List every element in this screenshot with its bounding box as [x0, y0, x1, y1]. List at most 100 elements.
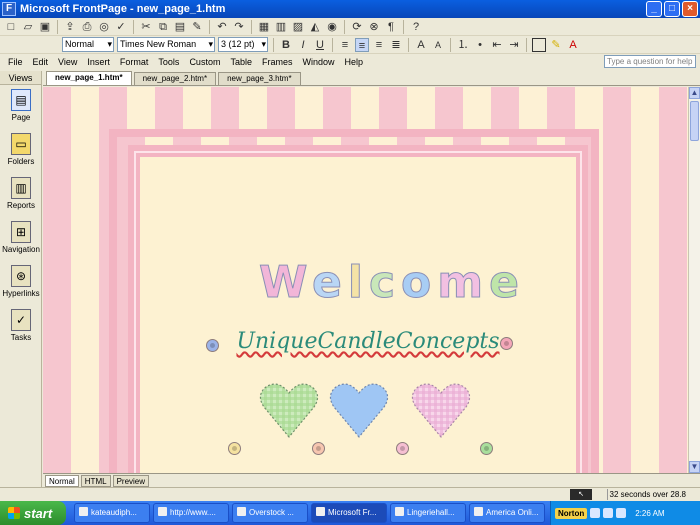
- align-center-icon[interactable]: ≡: [355, 37, 369, 52]
- close-button[interactable]: ×: [682, 1, 698, 17]
- align-right-icon[interactable]: ≡: [372, 38, 386, 52]
- tab-new-page-3[interactable]: new_page_3.htm*: [218, 72, 301, 85]
- insert-picture-icon[interactable]: ▨: [291, 20, 305, 34]
- norton-icon[interactable]: Norton: [555, 507, 588, 519]
- cut-icon[interactable]: ✂: [139, 20, 153, 34]
- tab-html[interactable]: HTML: [80, 474, 111, 487]
- view-label: Reports: [6, 201, 35, 210]
- show-all-icon[interactable]: ¶: [384, 20, 398, 34]
- increase-font-icon[interactable]: A: [414, 38, 428, 52]
- menu-format[interactable]: Format: [120, 57, 149, 67]
- welcome-letter: W: [259, 257, 312, 309]
- menu-edit[interactable]: Edit: [33, 57, 49, 67]
- open-icon[interactable]: ▱: [21, 20, 35, 34]
- view-navigation[interactable]: ⊞ Navigation: [0, 217, 42, 261]
- copy-icon[interactable]: ⧉: [156, 20, 170, 34]
- task-button[interactable]: Lingeriehall...: [390, 503, 466, 523]
- insert-table-icon[interactable]: ▥: [274, 20, 288, 34]
- start-button[interactable]: start: [0, 501, 66, 525]
- clock[interactable]: 2:26 AM: [635, 509, 664, 518]
- toolbar-separator: [403, 19, 404, 34]
- publish-icon[interactable]: ⇪: [63, 20, 77, 34]
- views-header: Views: [0, 71, 41, 85]
- view-label: Hyperlinks: [2, 289, 40, 298]
- preview-icon[interactable]: ◎: [97, 20, 111, 34]
- scroll-thumb[interactable]: [690, 101, 699, 141]
- task-label: Microsoft Fr...: [328, 508, 377, 517]
- print-icon[interactable]: ⎙: [80, 20, 94, 34]
- heart-icon: [259, 383, 319, 438]
- task-button[interactable]: America Onli...: [469, 503, 545, 523]
- underline-icon[interactable]: U: [313, 38, 327, 52]
- menu-custom[interactable]: Custom: [189, 57, 220, 67]
- borders-icon[interactable]: [532, 37, 546, 52]
- spelling-icon[interactable]: ✓: [114, 20, 128, 34]
- page-canvas[interactable]: Welcome UniqueCandleConcepts: [43, 87, 688, 473]
- increase-indent-icon[interactable]: ⇥: [507, 38, 521, 52]
- align-left-icon[interactable]: ≡: [338, 38, 352, 52]
- bullets-icon[interactable]: •: [473, 38, 487, 52]
- view-reports[interactable]: ▥ Reports: [0, 173, 42, 217]
- refresh-icon[interactable]: ⟳: [350, 20, 364, 34]
- network-icon[interactable]: [590, 508, 601, 518]
- task-button[interactable]: Overstock ...: [232, 503, 308, 523]
- font-color-icon[interactable]: A: [566, 38, 580, 52]
- decrease-indent-icon[interactable]: ⇤: [490, 38, 504, 52]
- toolbar-separator: [273, 37, 274, 52]
- format-painter-icon[interactable]: ✎: [190, 20, 204, 34]
- highlight-icon[interactable]: ✎: [549, 38, 563, 52]
- justify-icon[interactable]: ≣: [389, 38, 403, 52]
- style-select[interactable]: Normal: [62, 37, 114, 52]
- volume-icon[interactable]: [603, 508, 614, 518]
- menu-table[interactable]: Table: [230, 57, 252, 67]
- decrease-font-icon[interactable]: A: [431, 38, 445, 52]
- task-button[interactable]: Microsoft Fr...: [311, 503, 387, 523]
- reports-icon: ▥: [11, 177, 31, 199]
- vertical-scrollbar[interactable]: ▲ ▼: [688, 87, 700, 473]
- menu-tools[interactable]: Tools: [158, 57, 179, 67]
- title-bar[interactable]: F Microsoft FrontPage - new_page_1.htm _…: [0, 0, 700, 18]
- task-button[interactable]: http://www....: [153, 503, 229, 523]
- scroll-up-icon[interactable]: ▲: [689, 87, 700, 99]
- tab-new-page-2[interactable]: new_page_2.htm*: [133, 72, 217, 85]
- numbering-icon[interactable]: ⒈: [456, 38, 470, 52]
- messenger-icon[interactable]: [616, 508, 627, 518]
- menu-help[interactable]: Help: [345, 57, 364, 67]
- bold-icon[interactable]: B: [279, 38, 293, 52]
- view-tasks[interactable]: ✓ Tasks: [0, 305, 42, 349]
- task-button[interactable]: kateaudiph...: [74, 503, 150, 523]
- tab-normal[interactable]: Normal: [45, 474, 79, 487]
- toolbar-separator: [133, 19, 134, 34]
- view-page[interactable]: ▤ Page: [0, 85, 42, 129]
- inner-frame: Welcome UniqueCandleConcepts: [128, 145, 588, 473]
- scroll-down-icon[interactable]: ▼: [689, 461, 700, 473]
- menu-file[interactable]: File: [8, 57, 23, 67]
- help-icon[interactable]: ?: [409, 20, 423, 34]
- view-folders[interactable]: ▭ Folders: [0, 129, 42, 173]
- paste-icon[interactable]: ▤: [173, 20, 187, 34]
- hyperlink-icon[interactable]: ◉: [325, 20, 339, 34]
- menu-frames[interactable]: Frames: [262, 57, 293, 67]
- button-decoration: [228, 442, 241, 455]
- tab-preview[interactable]: Preview: [112, 474, 150, 487]
- drawing-icon[interactable]: ◭: [308, 20, 322, 34]
- italic-icon[interactable]: I: [296, 38, 310, 52]
- font-size-select[interactable]: 3 (12 pt): [218, 37, 268, 52]
- tab-new-page-1[interactable]: new_page_1.htm*: [46, 71, 132, 85]
- web-component-icon[interactable]: ▦: [257, 20, 271, 34]
- view-hyperlinks[interactable]: ⊛ Hyperlinks: [0, 261, 42, 305]
- help-question-box[interactable]: Type a question for help: [604, 55, 696, 68]
- frontpage-app-icon[interactable]: F: [2, 2, 16, 16]
- font-select[interactable]: Times New Roman: [117, 37, 215, 52]
- menu-window[interactable]: Window: [302, 57, 334, 67]
- aol-icon: [474, 507, 483, 516]
- menu-view[interactable]: View: [58, 57, 77, 67]
- menu-insert[interactable]: Insert: [87, 57, 110, 67]
- stop-icon[interactable]: ⊗: [367, 20, 381, 34]
- maximize-button[interactable]: □: [664, 1, 680, 17]
- redo-icon[interactable]: ↷: [232, 20, 246, 34]
- undo-icon[interactable]: ↶: [215, 20, 229, 34]
- new-page-icon[interactable]: □: [4, 20, 18, 34]
- save-icon[interactable]: ▣: [38, 20, 52, 34]
- minimize-button[interactable]: _: [646, 1, 662, 17]
